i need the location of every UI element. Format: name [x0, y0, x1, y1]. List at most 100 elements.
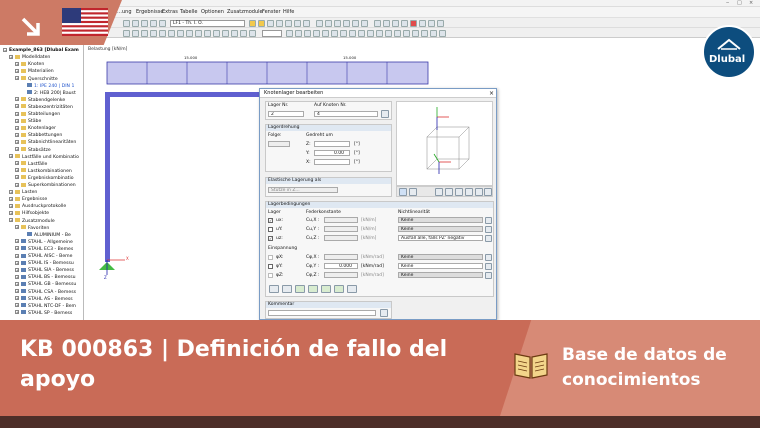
menu-item-tabelle[interactable]: Tabelle [180, 9, 197, 15]
tree-item[interactable]: + STAHL AS - Bemess [15, 296, 73, 303]
support-type-button[interactable] [282, 285, 292, 293]
expand-icon[interactable]: + [9, 203, 13, 208]
expand-icon[interactable]: + [15, 182, 19, 187]
edit-button[interactable] [485, 235, 492, 242]
toolbar-button[interactable] [419, 19, 426, 27]
toolbar-button[interactable] [340, 29, 347, 37]
expand-icon[interactable]: + [15, 274, 19, 279]
edit-button[interactable] [485, 272, 492, 279]
uy-nonlinearity-select[interactable]: Keine [398, 226, 483, 232]
lager-nr-field[interactable]: 2 [268, 111, 304, 117]
toolbar-button[interactable] [294, 19, 301, 27]
cphiz-field[interactable] [324, 272, 358, 278]
expand-icon[interactable]: + [15, 168, 19, 173]
cux-field[interactable] [324, 217, 358, 223]
phix-nonlinearity-select[interactable]: Keine [398, 254, 483, 260]
expand-icon[interactable]: + [15, 111, 19, 116]
uz-checkbox[interactable]: ✓ [268, 236, 273, 241]
toolbar-button[interactable] [325, 19, 332, 27]
view-button[interactable] [484, 188, 492, 196]
support-type-button[interactable] [334, 285, 344, 293]
expand-icon[interactable]: + [15, 76, 19, 80]
toolbar-button[interactable] [159, 19, 166, 27]
expand-icon[interactable]: + [15, 260, 19, 265]
menu-item-extras[interactable]: Extras [162, 9, 178, 15]
tree-item[interactable]: + STAHL CSA - Bemess [15, 289, 76, 296]
toolbar-button[interactable] [249, 19, 256, 27]
tree-item[interactable]: + Modelldaten [9, 54, 50, 61]
menu-item-hilfe[interactable]: Hilfe [283, 9, 294, 15]
expand-icon[interactable]: + [15, 104, 19, 109]
toolbar-button[interactable] [401, 19, 408, 27]
toolbar-button[interactable] [195, 29, 202, 37]
tree-item[interactable]: + Knotenlager [15, 125, 56, 132]
tree-item[interactable]: 2: HEB 200| Baust [21, 90, 76, 97]
tree-item[interactable]: + STAHL SP - Bemess [15, 310, 72, 317]
toolbar-button[interactable] [303, 19, 310, 27]
phiz-checkbox[interactable] [268, 273, 273, 278]
collapse-icon[interactable]: − [3, 47, 7, 52]
toolbar-button[interactable] [421, 29, 428, 37]
expand-icon[interactable]: + [15, 281, 19, 286]
view-button[interactable] [455, 188, 463, 196]
tree-item[interactable]: + Favoriten [15, 225, 49, 232]
view-button[interactable] [475, 188, 483, 196]
toolbar-button[interactable] [334, 19, 341, 27]
toolbar-button[interactable] [168, 29, 175, 37]
tree-item[interactable]: + STAHL NTC-DF - Bem [15, 303, 76, 310]
cphiy-field[interactable]: 0.000 [324, 263, 358, 269]
ux-checkbox[interactable]: ✓ [268, 218, 273, 223]
expand-icon[interactable] [21, 232, 25, 236]
expand-icon[interactable]: + [15, 161, 19, 166]
expand-icon[interactable]: + [9, 218, 13, 222]
tree-item[interactable]: + Lasten [9, 189, 37, 196]
expand-icon[interactable]: + [15, 139, 19, 144]
tree-item[interactable]: + STAHL EC3 - Bemes [15, 246, 73, 253]
tree-item[interactable]: + Knoten [15, 61, 44, 68]
expand-icon[interactable]: + [15, 125, 19, 130]
toolbar-button[interactable] [331, 29, 338, 37]
toolbar-button[interactable] [267, 19, 274, 27]
toolbar-button[interactable] [285, 19, 292, 27]
toolbar-button[interactable] [132, 19, 139, 27]
toolbar-button[interactable] [123, 19, 130, 27]
toolbar-button[interactable] [352, 19, 359, 27]
support-type-button[interactable] [295, 285, 305, 293]
tree-item[interactable]: + STAHL SIA - Bemess [15, 267, 74, 274]
toolbar-button[interactable] [231, 29, 238, 37]
toolbar-button[interactable] [141, 19, 148, 27]
edit-button[interactable] [485, 254, 492, 261]
toolbar-button[interactable] [159, 29, 166, 37]
expand-icon[interactable]: + [15, 246, 19, 251]
tree-item[interactable]: + Superkombinationen [15, 182, 76, 189]
support-type-button[interactable] [321, 285, 331, 293]
tree-item[interactable]: + Lastfälle und Kombinatio [9, 154, 79, 161]
tree-item[interactable]: + Stabbettungen [15, 132, 62, 139]
expand-icon[interactable]: + [9, 54, 13, 59]
toolbar-button[interactable] [367, 29, 374, 37]
edit-button[interactable] [485, 226, 492, 233]
edit-button[interactable] [485, 263, 492, 270]
tree-item[interactable]: + Ergebniskombinatio [15, 175, 74, 182]
expand-icon[interactable]: + [15, 303, 19, 308]
cuy-field[interactable] [324, 226, 358, 232]
tree-item[interactable]: + Stabendgelenke [15, 97, 65, 104]
toolbar-button[interactable] [403, 29, 410, 37]
toolbar-button[interactable] [439, 29, 446, 37]
tree-item[interactable]: ALUMINIUM - Be [21, 232, 71, 239]
uz-nonlinearity-select[interactable]: Ausfall alle, falls PZ' negativ [398, 235, 483, 241]
toolbar-button[interactable] [374, 19, 381, 27]
menu-item-ung[interactable]: …ung [117, 9, 132, 15]
pick-node-button[interactable] [381, 110, 389, 118]
tree-item[interactable]: + Stabnichtlinearitäten [15, 139, 76, 146]
toolbar-button[interactable] [132, 29, 139, 37]
expand-icon[interactable]: + [15, 289, 19, 293]
toolbar-button[interactable] [186, 29, 193, 37]
toolbar-button[interactable] [213, 29, 220, 37]
tree-item[interactable]: + Stabexzentrizitäten [15, 104, 73, 111]
expand-icon[interactable]: + [15, 267, 19, 272]
menu-item-optionen[interactable]: Optionen [201, 9, 224, 15]
tree-item[interactable]: + Ergebnisse [9, 196, 47, 203]
expand-icon[interactable]: + [9, 154, 13, 159]
menu-item-ergebnisse[interactable]: Ergebnisse [136, 9, 163, 15]
